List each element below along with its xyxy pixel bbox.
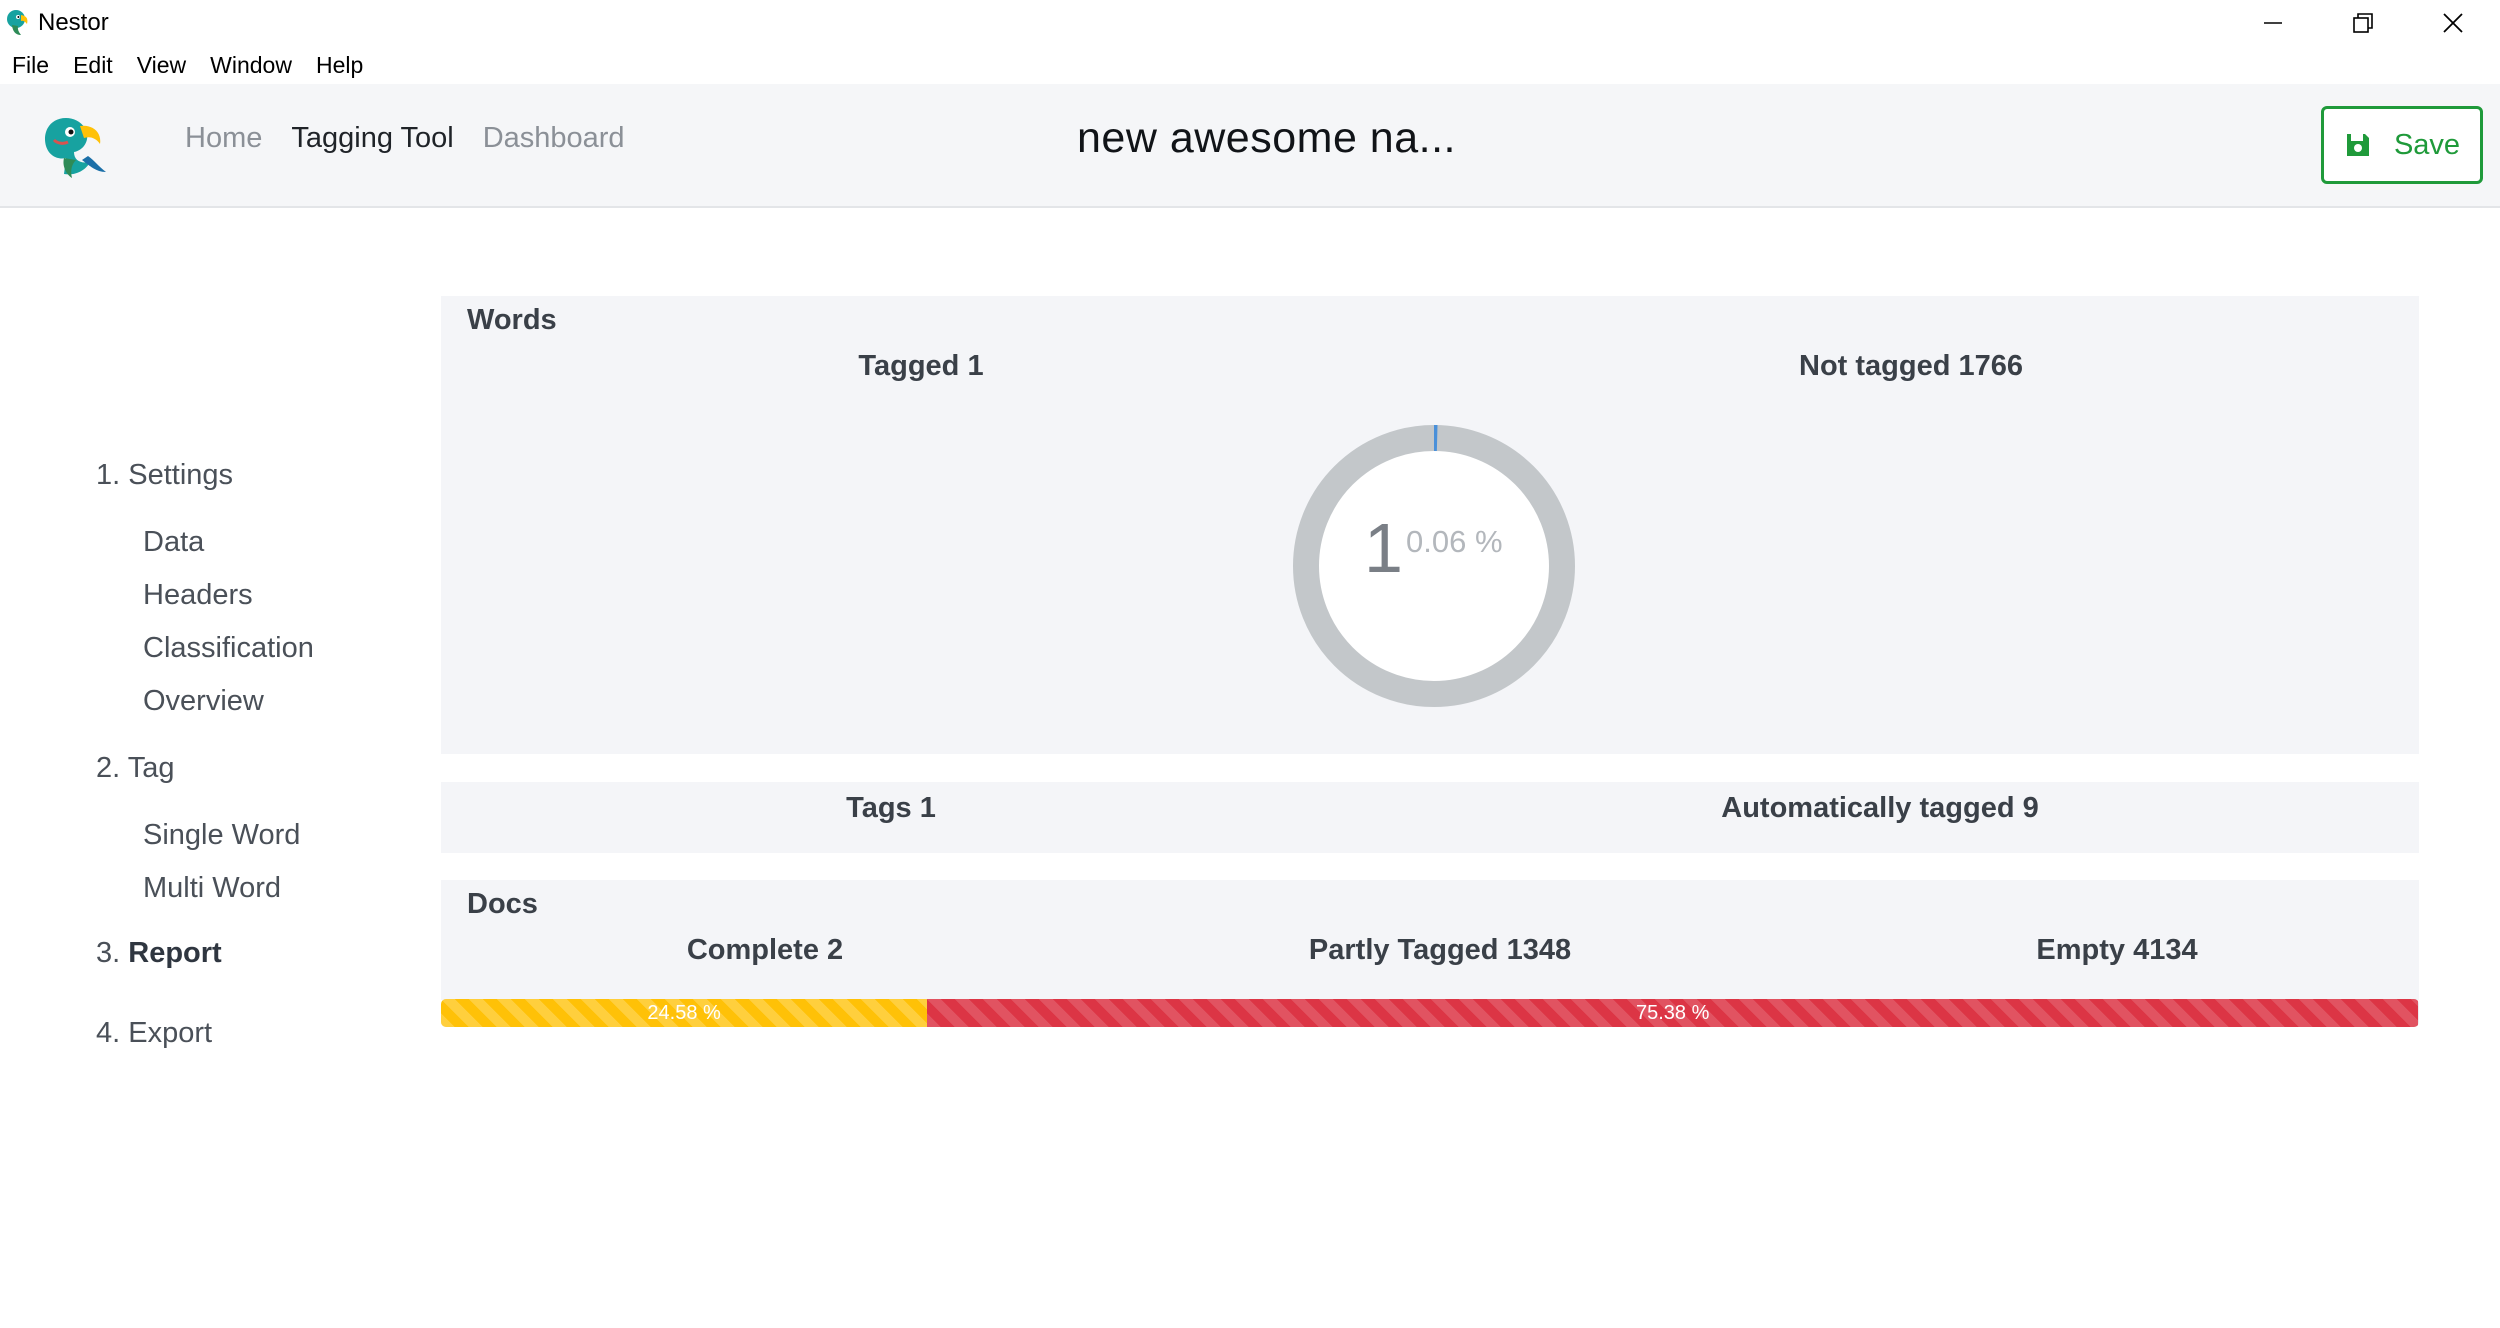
donut-percent: 0.06 % bbox=[1406, 524, 1503, 559]
progress-empty-segment: 75.38 % bbox=[927, 999, 2419, 1027]
partly-tagged-docs-stat: Partly Tagged 1348 bbox=[1308, 934, 1572, 966]
parrot-logo-icon[interactable] bbox=[36, 110, 108, 182]
menu-view[interactable]: View bbox=[137, 52, 186, 79]
menu-window[interactable]: Window bbox=[210, 52, 292, 79]
step-report-number: 3. bbox=[96, 937, 121, 969]
donut-center: 1 0.06 % bbox=[1284, 416, 1584, 716]
menu-edit[interactable]: Edit bbox=[73, 52, 113, 79]
substep-multi-word[interactable]: Multi Word bbox=[143, 872, 281, 905]
docs-panel: Docs Complete 2 Partly Tagged 1348 Empty… bbox=[441, 880, 2419, 1000]
progress-partly-segment: 24.58 % bbox=[441, 999, 928, 1027]
window-titlebar: Nestor bbox=[0, 0, 2500, 46]
floppy-disk-icon bbox=[2346, 134, 2369, 156]
substep-single-word[interactable]: Single Word bbox=[143, 819, 300, 852]
tags-stat: Tags 1 bbox=[846, 792, 936, 824]
close-icon bbox=[2443, 13, 2463, 33]
auto-tagged-stat: Automatically tagged 9 bbox=[1721, 792, 2039, 824]
restore-button[interactable] bbox=[2318, 0, 2408, 46]
close-button[interactable] bbox=[2408, 0, 2498, 46]
substep-headers[interactable]: Headers bbox=[143, 579, 253, 612]
app-header: Home Tagging Tool Dashboard new awesome … bbox=[0, 84, 2500, 208]
menu-help[interactable]: Help bbox=[316, 52, 363, 79]
step-report-label: Report bbox=[128, 937, 222, 969]
step-export[interactable]: 4. Export bbox=[96, 1017, 212, 1050]
step-settings[interactable]: 1. Settings bbox=[96, 459, 233, 492]
substep-classification[interactable]: Classification bbox=[143, 632, 314, 665]
substep-data[interactable]: Data bbox=[143, 526, 204, 559]
not-tagged-words-stat: Not tagged 1766 bbox=[1799, 350, 2023, 382]
minimize-icon bbox=[2264, 22, 2282, 24]
window-title: Nestor bbox=[38, 9, 109, 36]
docs-title: Docs bbox=[467, 888, 538, 920]
save-button[interactable]: Save bbox=[2321, 106, 2483, 184]
nav-dashboard[interactable]: Dashboard bbox=[483, 122, 625, 155]
donut-count: 1 bbox=[1364, 509, 1403, 587]
substep-overview[interactable]: Overview bbox=[143, 685, 264, 718]
docs-progress-bar: 24.58 % 75.38 % bbox=[441, 999, 2419, 1027]
empty-docs-stat: Empty 4134 bbox=[2036, 934, 2198, 966]
words-donut-chart: 1 0.06 % bbox=[1284, 416, 1584, 716]
top-nav: Home Tagging Tool Dashboard bbox=[185, 122, 654, 155]
project-title: new awesome na... bbox=[1077, 114, 1456, 162]
menu-bar: File Edit View Window Help bbox=[0, 46, 2500, 84]
tagged-words-stat: Tagged 1 bbox=[858, 350, 984, 382]
minimize-button[interactable] bbox=[2228, 0, 2318, 46]
parrot-app-icon bbox=[7, 10, 28, 35]
words-title: Words bbox=[467, 304, 557, 336]
words-panel: Words Tagged 1 Not tagged 1766 1 0.06 % bbox=[441, 296, 2419, 754]
save-button-label: Save bbox=[2393, 128, 2461, 161]
nav-home[interactable]: Home bbox=[185, 122, 262, 155]
empty-percent-label: 75.38 % bbox=[1636, 1001, 1710, 1024]
tags-panel: Tags 1 Automatically tagged 9 bbox=[441, 782, 2419, 853]
restore-icon bbox=[2353, 13, 2373, 33]
partly-percent-label: 24.58 % bbox=[647, 1001, 721, 1024]
step-tag[interactable]: 2. Tag bbox=[96, 752, 174, 785]
step-report[interactable]: 3. Report bbox=[96, 937, 222, 970]
complete-docs-stat: Complete 2 bbox=[686, 934, 844, 966]
steps-sidebar: 1. Settings Data Headers Classification … bbox=[0, 208, 440, 1328]
menu-file[interactable]: File bbox=[12, 52, 49, 79]
nav-tagging-tool[interactable]: Tagging Tool bbox=[291, 122, 453, 155]
